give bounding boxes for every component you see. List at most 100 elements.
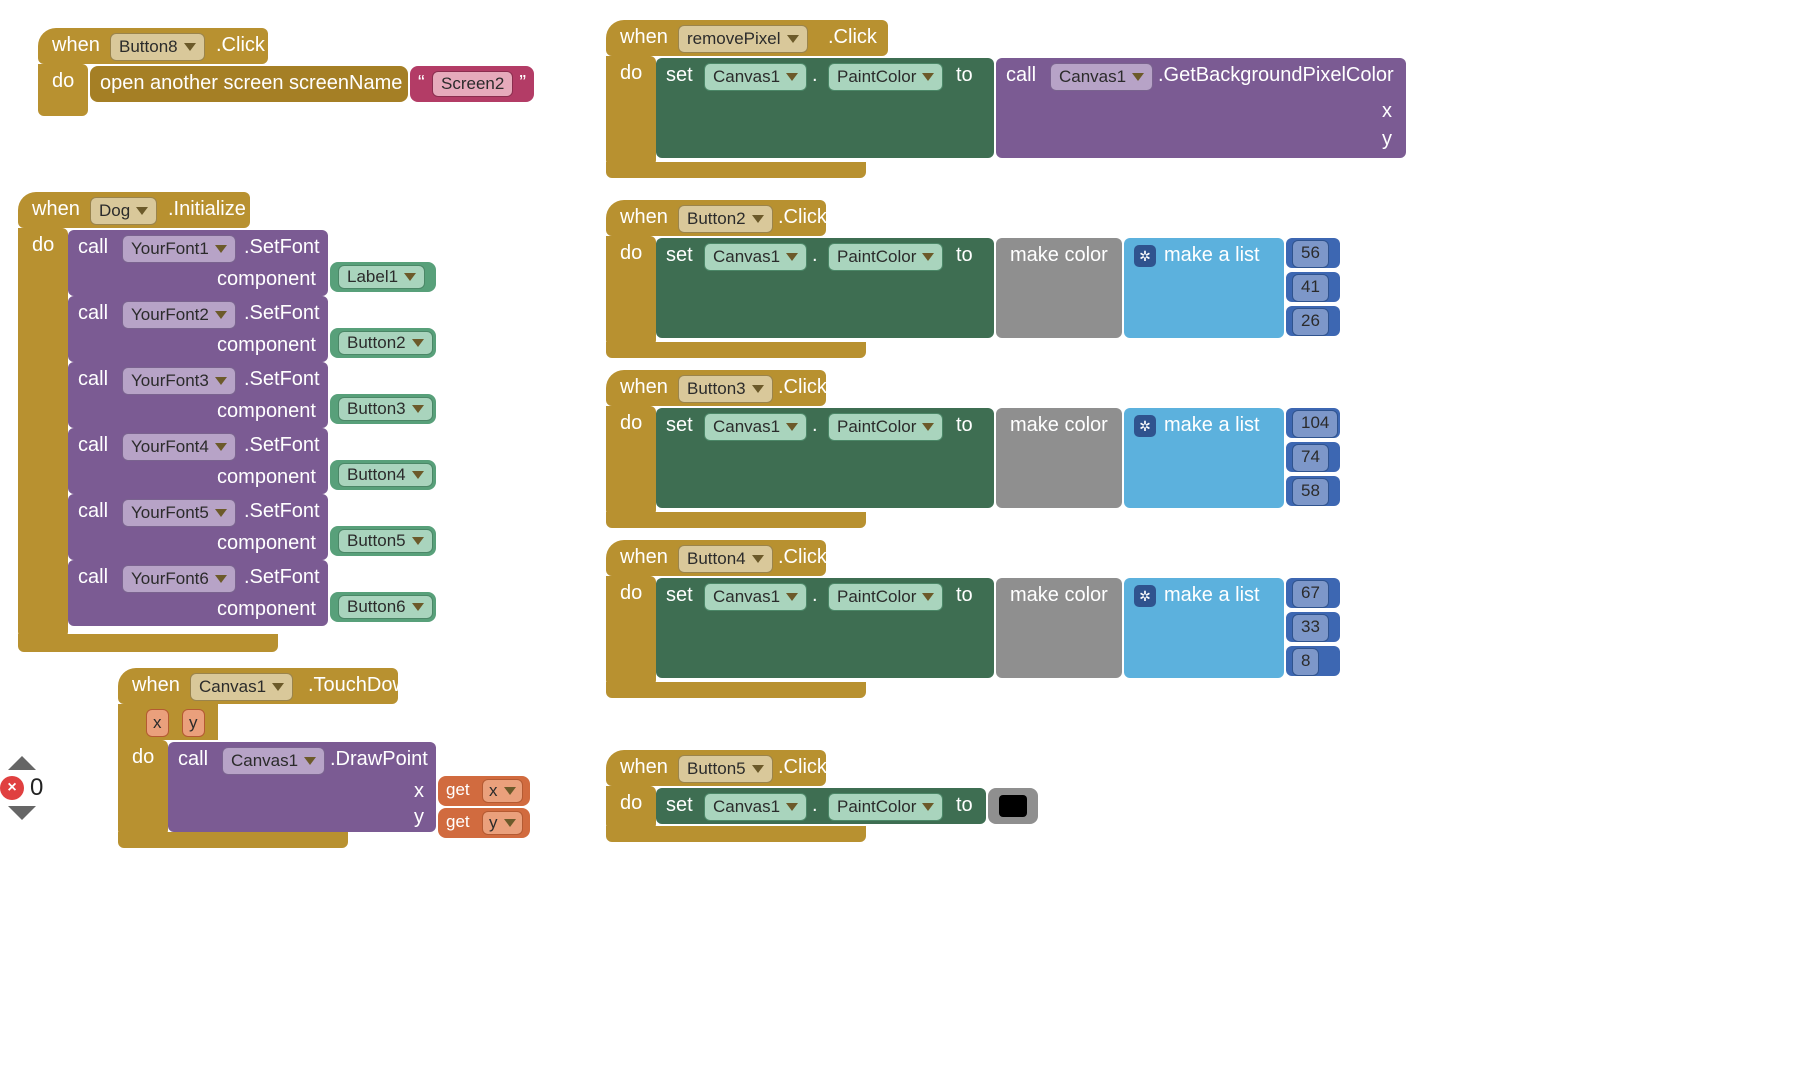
dropdown-yourfont-5[interactable]: YourFont6 (122, 565, 236, 593)
zoom-reset-icon[interactable]: × (0, 776, 24, 800)
set-paintcolor-b5[interactable]: set Canvas1 . PaintColor to (656, 788, 986, 824)
dropdown-dog[interactable]: Dog (90, 197, 157, 225)
component-chip-2[interactable]: Button3 (338, 397, 433, 421)
make-color-btn4[interactable]: make color (996, 578, 1122, 678)
text-screen2[interactable]: “ Screen2 ” (410, 66, 534, 102)
dropdown-button8[interactable]: Button8 (110, 33, 205, 61)
num-g-btn2[interactable]: 41 (1286, 272, 1340, 302)
dropdown-button5[interactable]: Button5 (678, 755, 773, 783)
param-y[interactable]: y (182, 709, 205, 737)
dropdown-button8-label: Button8 (119, 35, 178, 59)
num-r-btn2[interactable]: 56 (1286, 238, 1340, 268)
dropdown-canvas1-b5[interactable]: Canvas1 (704, 793, 807, 821)
call-drawpoint[interactable]: call Canvas1 .DrawPoint x y (168, 742, 436, 832)
num-b-btn3[interactable]: 58 (1286, 476, 1340, 506)
event-btn2[interactable]: when Button2 .Click (606, 200, 826, 236)
gear-icon[interactable]: ✲ (1134, 245, 1156, 267)
event-button5[interactable]: when Button5 .Click (606, 750, 826, 786)
dot: . (812, 64, 818, 87)
set-paintcolor-btn3[interactable]: set Canvas1 . PaintColor to (656, 408, 994, 508)
dropdown-canvas1-td[interactable]: Canvas1 (190, 673, 293, 701)
set-paintcolor-rp[interactable]: set Canvas1 . PaintColor to (656, 58, 994, 158)
component-chip-4[interactable]: Button5 (338, 529, 433, 553)
dropdown-btn2[interactable]: Button2 (678, 205, 773, 233)
dropdown-yourfont-4[interactable]: YourFont5 (122, 499, 236, 527)
dropdown-yourfont-1[interactable]: YourFont2 (122, 301, 236, 329)
event-btn4[interactable]: when Button4 .Click (606, 540, 826, 576)
dropdown-canvas1-dp[interactable]: Canvas1 (222, 747, 325, 775)
make-a-list-btn3[interactable]: ✲ make a list (1124, 408, 1284, 508)
dropdown-paintcolor-btn3[interactable]: PaintColor (828, 413, 943, 441)
component-chip-3[interactable]: Button4 (338, 463, 433, 487)
component-chip-0[interactable]: Label1 (338, 265, 425, 289)
call-setfont-1[interactable]: call YourFont2 .SetFont component (68, 296, 328, 362)
event-dog-initialize[interactable]: when Dog .Initialize (18, 192, 250, 228)
chevron-down-icon (922, 803, 934, 811)
dropdown-canvas1-rp[interactable]: Canvas1 (704, 63, 807, 91)
event-removepixel[interactable]: when removePixel .Click (606, 20, 888, 56)
component-slot-3[interactable]: Button4 (330, 460, 436, 490)
param-x[interactable]: x (146, 709, 169, 737)
open-another-screen[interactable]: open another screen screenName (90, 66, 408, 102)
set-paintcolor-btn2[interactable]: set Canvas1 . PaintColor to (656, 238, 994, 338)
dropdown-removepixel[interactable]: removePixel (678, 25, 808, 53)
gear-icon[interactable]: ✲ (1134, 585, 1156, 607)
set-paintcolor-btn4[interactable]: set Canvas1 . PaintColor to (656, 578, 994, 678)
dropdown-yourfont-2[interactable]: YourFont3 (122, 367, 236, 395)
make-color-btn3[interactable]: make color (996, 408, 1122, 508)
make-a-list-btn4[interactable]: ✲ make a list (1124, 578, 1284, 678)
call-setfont-0[interactable]: call YourFont1 .SetFont component (68, 230, 328, 296)
event-touchdown[interactable]: when Canvas1 .TouchDown (118, 668, 398, 704)
when-label: when (52, 34, 100, 57)
gear-icon[interactable]: ✲ (1134, 415, 1156, 437)
get-y[interactable]: get y (438, 808, 530, 838)
make-a-list-btn2[interactable]: ✲ make a list (1124, 238, 1284, 338)
component-slot-0[interactable]: Label1 (330, 262, 436, 292)
zoom-out-icon[interactable] (8, 806, 36, 820)
call-getbgpixelcolor[interactable]: call Canvas1 .GetBackgroundPixelColor x … (996, 58, 1406, 158)
num-b-btn4[interactable]: 8 (1286, 646, 1340, 676)
num-g-btn3[interactable]: 74 (1286, 442, 1340, 472)
call-setfont-5[interactable]: call YourFont6 .SetFont component (68, 560, 328, 626)
dropdown-canvas1-btn3[interactable]: Canvas1 (704, 413, 807, 441)
component-slot-4[interactable]: Button5 (330, 526, 436, 556)
zoom-control[interactable]: × 0 (0, 756, 43, 820)
to-label: to (956, 64, 973, 87)
num-r-btn3[interactable]: 104 (1286, 408, 1340, 438)
dropdown-yourfont-3[interactable]: YourFont4 (122, 433, 236, 461)
event-btn3[interactable]: when Button3 .Click (606, 370, 826, 406)
dropdown-canvas1-btn4[interactable]: Canvas1 (704, 583, 807, 611)
event-button8-click[interactable]: when Button8 .Click (38, 28, 268, 64)
dropdown-btn4[interactable]: Button4 (678, 545, 773, 573)
num-g-btn4[interactable]: 33 (1286, 612, 1340, 642)
get-x-var[interactable]: x (482, 779, 523, 803)
num-r-btn4[interactable]: 67 (1286, 578, 1340, 608)
color-swatch-block[interactable] (988, 788, 1038, 824)
get-y-var[interactable]: y (482, 811, 523, 835)
num-b-btn2[interactable]: 26 (1286, 306, 1340, 336)
component-chip-1[interactable]: Button2 (338, 331, 433, 355)
dropdown-yourfont-0[interactable]: YourFont1 (122, 235, 236, 263)
chevron-down-icon (752, 765, 764, 773)
dropdown-paintcolor-rp[interactable]: PaintColor (828, 63, 943, 91)
dropdown-paintcolor-btn2[interactable]: PaintColor (828, 243, 943, 271)
dropdown-btn3[interactable]: Button3 (678, 375, 773, 403)
zoom-in-icon[interactable] (8, 756, 36, 770)
event-foot-btn2 (606, 342, 866, 358)
click-suffix: .Click (778, 756, 827, 779)
call-setfont-3[interactable]: call YourFont4 .SetFont component (68, 428, 328, 494)
call-setfont-4[interactable]: call YourFont5 .SetFont component (68, 494, 328, 560)
dropdown-paintcolor-b5[interactable]: PaintColor (828, 793, 943, 821)
component-slot-2[interactable]: Button3 (330, 394, 436, 424)
component-slot-5[interactable]: Button6 (330, 592, 436, 622)
dropdown-paintcolor-btn4[interactable]: PaintColor (828, 583, 943, 611)
make-color-btn2[interactable]: make color (996, 238, 1122, 338)
component-slot-1[interactable]: Button2 (330, 328, 436, 358)
do-gutter-rp: do (606, 56, 656, 166)
get-x[interactable]: get x (438, 776, 530, 806)
call-setfont-2[interactable]: call YourFont3 .SetFont component (68, 362, 328, 428)
component-chip-5[interactable]: Button6 (338, 595, 433, 619)
dropdown-canvas1-btn2[interactable]: Canvas1 (704, 243, 807, 271)
call-label: call (1006, 64, 1036, 87)
dropdown-canvas1-bg[interactable]: Canvas1 (1050, 63, 1153, 91)
